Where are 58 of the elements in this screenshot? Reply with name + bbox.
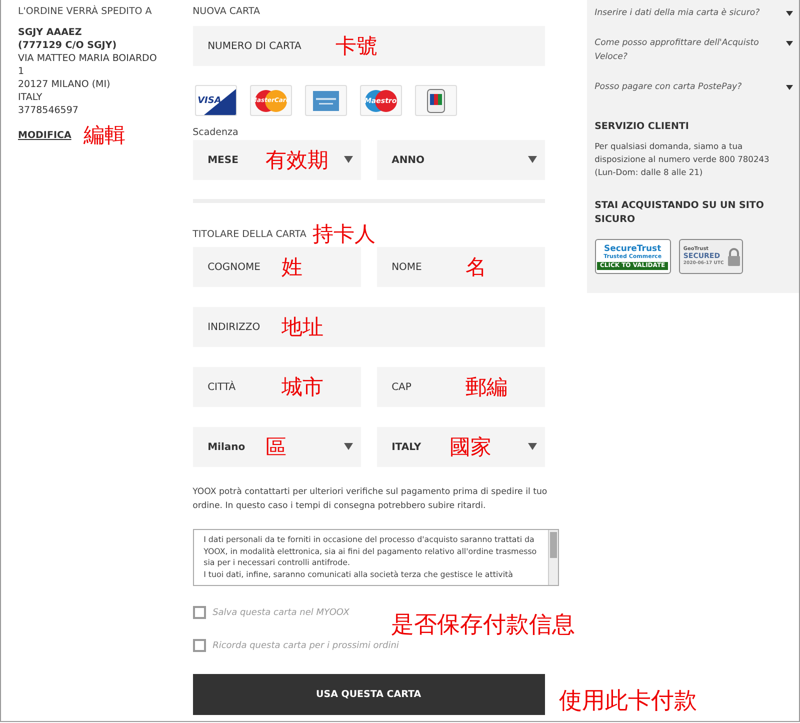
card-number-field[interactable]: NUMERO DI CARTA 卡號 <box>192 26 545 66</box>
section-heading: NUOVA CARTA <box>192 6 261 17</box>
address-line: 3778546597 <box>18 104 80 117</box>
annotation-text: 城市 <box>282 376 324 398</box>
select-field[interactable]: ANNO <box>376 140 545 180</box>
address-line: SGJY AAAEZ <box>18 26 83 39</box>
checkbox[interactable] <box>192 639 206 652</box>
caret-icon <box>528 443 537 450</box>
section-heading: L'ORDINE VERRÀ SPEDITO A <box>18 6 153 17</box>
address-line: 1 <box>18 65 26 78</box>
expiry-label: Scadenza <box>192 127 240 138</box>
caret-icon <box>786 41 793 46</box>
visa-logo: VISA <box>194 85 237 116</box>
annotation-text: 國家 <box>450 436 492 458</box>
address-line: ITALY <box>18 91 44 104</box>
annotation-text: 有效期 <box>266 150 329 170</box>
address-line: VIA MATTEO MARIA BOIARDO <box>18 52 158 65</box>
caret-icon <box>528 156 537 163</box>
address-line: (777129 C/O SGJY) <box>18 39 118 52</box>
annotation-text: 使用此卡付款 <box>559 688 697 714</box>
annotation-text: 持卡人 <box>312 224 376 245</box>
annotation-text: 姓 <box>282 256 303 278</box>
jcb-logo <box>414 85 457 116</box>
submit-button[interactable]: USA QUESTA CARTA <box>192 674 545 715</box>
select-field[interactable]: Milano 區 <box>192 427 361 467</box>
checkbox[interactable] <box>192 606 206 619</box>
input-field[interactable]: NOME 名 <box>376 247 545 287</box>
edit-link[interactable]: MODIFICA <box>18 130 72 141</box>
annotation-text: 是否保存付款信息 <box>391 612 575 638</box>
section-heading: SERVIZIO CLIENTI <box>594 120 690 134</box>
faq-item[interactable]: Posso pagare con carta PostePay? <box>594 80 793 94</box>
faq-item[interactable]: Inserire i dati della mia carta è sicuro? <box>594 6 793 20</box>
annotation-text: 名 <box>466 256 487 278</box>
annotation-text: 編輯 <box>83 125 126 146</box>
address-line: 20127 MILANO (MI) <box>18 78 112 91</box>
caret-icon <box>786 11 793 16</box>
select-field[interactable]: MESE 有效期 <box>192 140 361 180</box>
faq-item[interactable]: Come posso approfittare dell'Acquisto Veloce? <box>594 36 793 64</box>
padlock-icon <box>726 246 741 266</box>
section-heading: STAI ACQUISTANDO SU UN SITO SICURO <box>594 199 765 227</box>
service-text: Per qualsiasi domanda, siamo a tua disposizione al numero verde 800 780243 (Lun-Dom: dalle 8 alle 21) <box>594 140 770 179</box>
input-field[interactable]: COGNOME 姓 <box>192 247 361 287</box>
annotation-text: 地址 <box>282 316 324 338</box>
annotation-text: 區 <box>266 436 287 458</box>
caret-icon <box>344 443 353 450</box>
input-field[interactable]: CITTÀ 城市 <box>192 367 361 407</box>
holder-label: TITOLARE DELLA CARTA <box>192 229 306 240</box>
select-field[interactable]: ITALY 國家 <box>376 427 545 467</box>
annotation-text: 郵編 <box>466 376 508 398</box>
input-field[interactable]: CAP 郵編 <box>376 367 545 407</box>
amex-logo <box>304 85 347 116</box>
notice-text: YOOX potrà contattarti per ulteriori verifiche sul pagamento prima di spedire il tuo ordine. In questo caso i tempi di consegna potrebbero subire ritardi. <box>192 486 548 513</box>
caret-icon <box>786 85 793 90</box>
caret-icon <box>344 156 353 163</box>
checkbox-label: Ricorda questa carta per i prossimi ordini <box>212 640 399 650</box>
checkbox-label: Salva questa carta nel MYOOX <box>212 608 350 618</box>
input-field[interactable]: INDIRIZZO 地址 <box>192 307 545 347</box>
annotation-text: 卡號 <box>335 36 378 56</box>
